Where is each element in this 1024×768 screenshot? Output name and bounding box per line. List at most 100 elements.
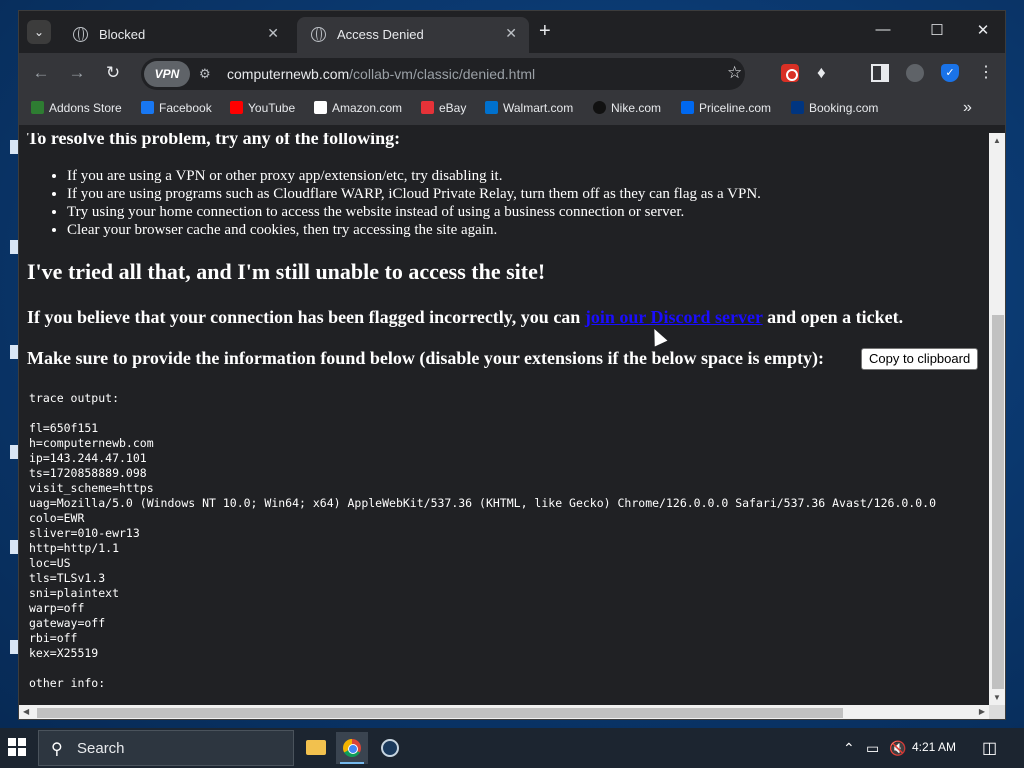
list-item: Try using your home connection to access… <box>67 203 761 221</box>
bookmark-amazon[interactable]: Amazon.com <box>314 101 402 115</box>
bookmark-label: Addons Store <box>49 101 122 115</box>
provide-info-text: Make sure to provide the information fou… <box>27 348 825 368</box>
scroll-right-icon[interactable]: ▶ <box>979 707 985 716</box>
tab-access-denied[interactable]: Access Denied ✕ <box>297 17 529 53</box>
walmart-icon <box>485 101 498 114</box>
search-label: Search <box>77 740 125 757</box>
tips-list: If you are using a VPN or other proxy ap… <box>67 167 761 239</box>
scrollbar-thumb[interactable] <box>992 315 1004 689</box>
copy-to-clipboard-button[interactable]: Copy to clipboard <box>861 348 979 370</box>
search-icon: ⚲ <box>51 741 63 758</box>
show-hidden-icons-icon[interactable]: ⌃ <box>843 740 855 757</box>
vertical-scrollbar[interactable]: ▲ ▼ <box>989 133 1005 705</box>
scrollbar-thumb[interactable] <box>37 708 843 718</box>
url-text[interactable]: computernewb.com/collab-vm/classic/denie… <box>227 66 535 82</box>
side-panel-icon[interactable] <box>871 64 889 82</box>
browser-toolbar: ← → ↻ VPN ⚙ computernewb.com/collab-vm/c… <box>19 53 1005 93</box>
amazon-icon <box>314 101 327 114</box>
tab-search-button[interactable]: ⌄ <box>27 20 51 44</box>
flagged-paragraph: If you believe that your connection has … <box>27 307 903 328</box>
bookmark-label: Priceline.com <box>699 101 772 115</box>
nike-icon <box>593 101 606 114</box>
scroll-down-icon[interactable]: ▼ <box>993 693 1001 702</box>
bookmark-booking[interactable]: Booking.com <box>791 101 878 115</box>
page-content: To resolve this problem, try any of the … <box>19 133 989 705</box>
desktop-icon[interactable] <box>4 540 20 554</box>
site-info-icon[interactable]: ⚙ <box>199 66 215 82</box>
globe-icon <box>73 27 88 42</box>
addons-store-icon <box>31 101 44 114</box>
bookmark-priceline[interactable]: Priceline.com <box>681 101 771 115</box>
bookmark-youtube[interactable]: YouTube <box>230 101 295 115</box>
list-item: If you are using a VPN or other proxy ap… <box>67 167 761 185</box>
vpn-badge[interactable]: VPN <box>144 61 190 87</box>
network-icon[interactable]: ▭ <box>866 740 879 757</box>
close-tab-icon[interactable]: ✕ <box>267 25 279 42</box>
steam-icon[interactable] <box>374 732 406 764</box>
taskbar: ⚲ Search ⌃ ▭ 🔇 4:21 AM ◫ <box>0 728 1024 768</box>
minimize-icon[interactable]: — <box>873 21 893 38</box>
forward-icon[interactable]: → <box>67 63 87 83</box>
youtube-icon <box>230 101 243 114</box>
flagged-text-after: and open a ticket. <box>762 307 904 327</box>
notifications-icon[interactable]: ◫ <box>982 738 997 758</box>
avast-extension-icon[interactable] <box>781 64 799 82</box>
taskbar-search[interactable]: ⚲ Search <box>38 730 294 766</box>
facebook-icon <box>141 101 154 114</box>
bookmark-nike[interactable]: Nike.com <box>593 101 661 115</box>
new-tab-button[interactable]: + <box>539 21 551 41</box>
close-window-icon[interactable]: ✕ <box>973 21 993 39</box>
security-shield-icon[interactable]: ✓ <box>941 64 959 82</box>
bookmark-star-icon[interactable]: ☆ <box>727 63 742 83</box>
tab-blocked[interactable]: Blocked ✕ <box>59 17 291 53</box>
bookmark-walmart[interactable]: Walmart.com <box>485 101 573 115</box>
bookmarks-overflow-icon[interactable]: » <box>963 99 972 117</box>
taskbar-clock[interactable]: 4:21 AM <box>912 740 956 754</box>
back-icon[interactable]: ← <box>31 63 51 83</box>
bookmarks-bar: Addons Store Facebook YouTube Amazon.com… <box>19 93 1005 125</box>
trace-output[interactable]: trace output: fl=650f151 h=computernewb.… <box>29 391 936 691</box>
chevron-down-icon: ⌄ <box>33 25 45 39</box>
bookmark-label: Nike.com <box>611 101 662 115</box>
volume-muted-icon[interactable]: 🔇 <box>889 740 906 757</box>
desktop-icon[interactable] <box>4 240 20 254</box>
bookmark-label: Amazon.com <box>332 101 403 115</box>
horizontal-scrollbar[interactable]: ◀ ▶ <box>19 705 989 719</box>
tab-label: Blocked <box>99 27 146 42</box>
scroll-up-icon[interactable]: ▲ <box>993 136 1001 145</box>
scrollbar-corner <box>989 705 1005 719</box>
profile-avatar-icon[interactable] <box>906 64 924 82</box>
desktop-icon[interactable] <box>4 445 20 459</box>
bookmark-ebay[interactable]: eBay <box>421 101 466 115</box>
reload-icon[interactable]: ↻ <box>103 63 123 83</box>
desktop-icon[interactable] <box>4 140 20 154</box>
priceline-icon <box>681 101 694 114</box>
maximize-icon[interactable]: ☐ <box>927 21 947 39</box>
desktop-icon[interactable] <box>4 345 20 359</box>
bookmark-label: eBay <box>439 101 467 115</box>
bookmark-label: Booking.com <box>809 101 879 115</box>
scroll-left-icon[interactable]: ◀ <box>23 707 29 716</box>
address-bar[interactable]: VPN ⚙ computernewb.com/collab-vm/classic… <box>141 58 745 90</box>
windows-start-icon[interactable] <box>8 738 26 756</box>
bookmark-facebook[interactable]: Facebook <box>141 101 212 115</box>
bookmark-label: Facebook <box>159 101 212 115</box>
tab-strip: ⌄ Blocked ✕ Access Denied ✕ + — ☐ ✕ <box>19 11 1005 53</box>
bookmark-label: YouTube <box>248 101 296 115</box>
url-domain: computernewb.com <box>227 66 350 82</box>
list-item: Clear your browser cache and cookies, th… <box>67 221 761 239</box>
bookmark-addons-store[interactable]: Addons Store <box>31 101 122 115</box>
extensions-puzzle-icon[interactable]: ♦ <box>817 64 835 82</box>
desktop-icon[interactable] <box>4 640 20 654</box>
discord-link[interactable]: join our Discord server <box>585 307 763 327</box>
kebab-menu-icon[interactable]: ⋮ <box>977 64 995 82</box>
tab-label: Access Denied <box>337 27 424 42</box>
file-explorer-icon[interactable] <box>300 732 332 764</box>
booking-icon <box>791 101 804 114</box>
ebay-icon <box>421 101 434 114</box>
close-tab-icon[interactable]: ✕ <box>505 25 517 42</box>
chrome-icon[interactable] <box>336 732 368 764</box>
globe-icon <box>311 27 326 42</box>
resolve-heading: To resolve this problem, try any of the … <box>27 133 401 148</box>
url-path: /collab-vm/classic/denied.html <box>349 66 536 82</box>
